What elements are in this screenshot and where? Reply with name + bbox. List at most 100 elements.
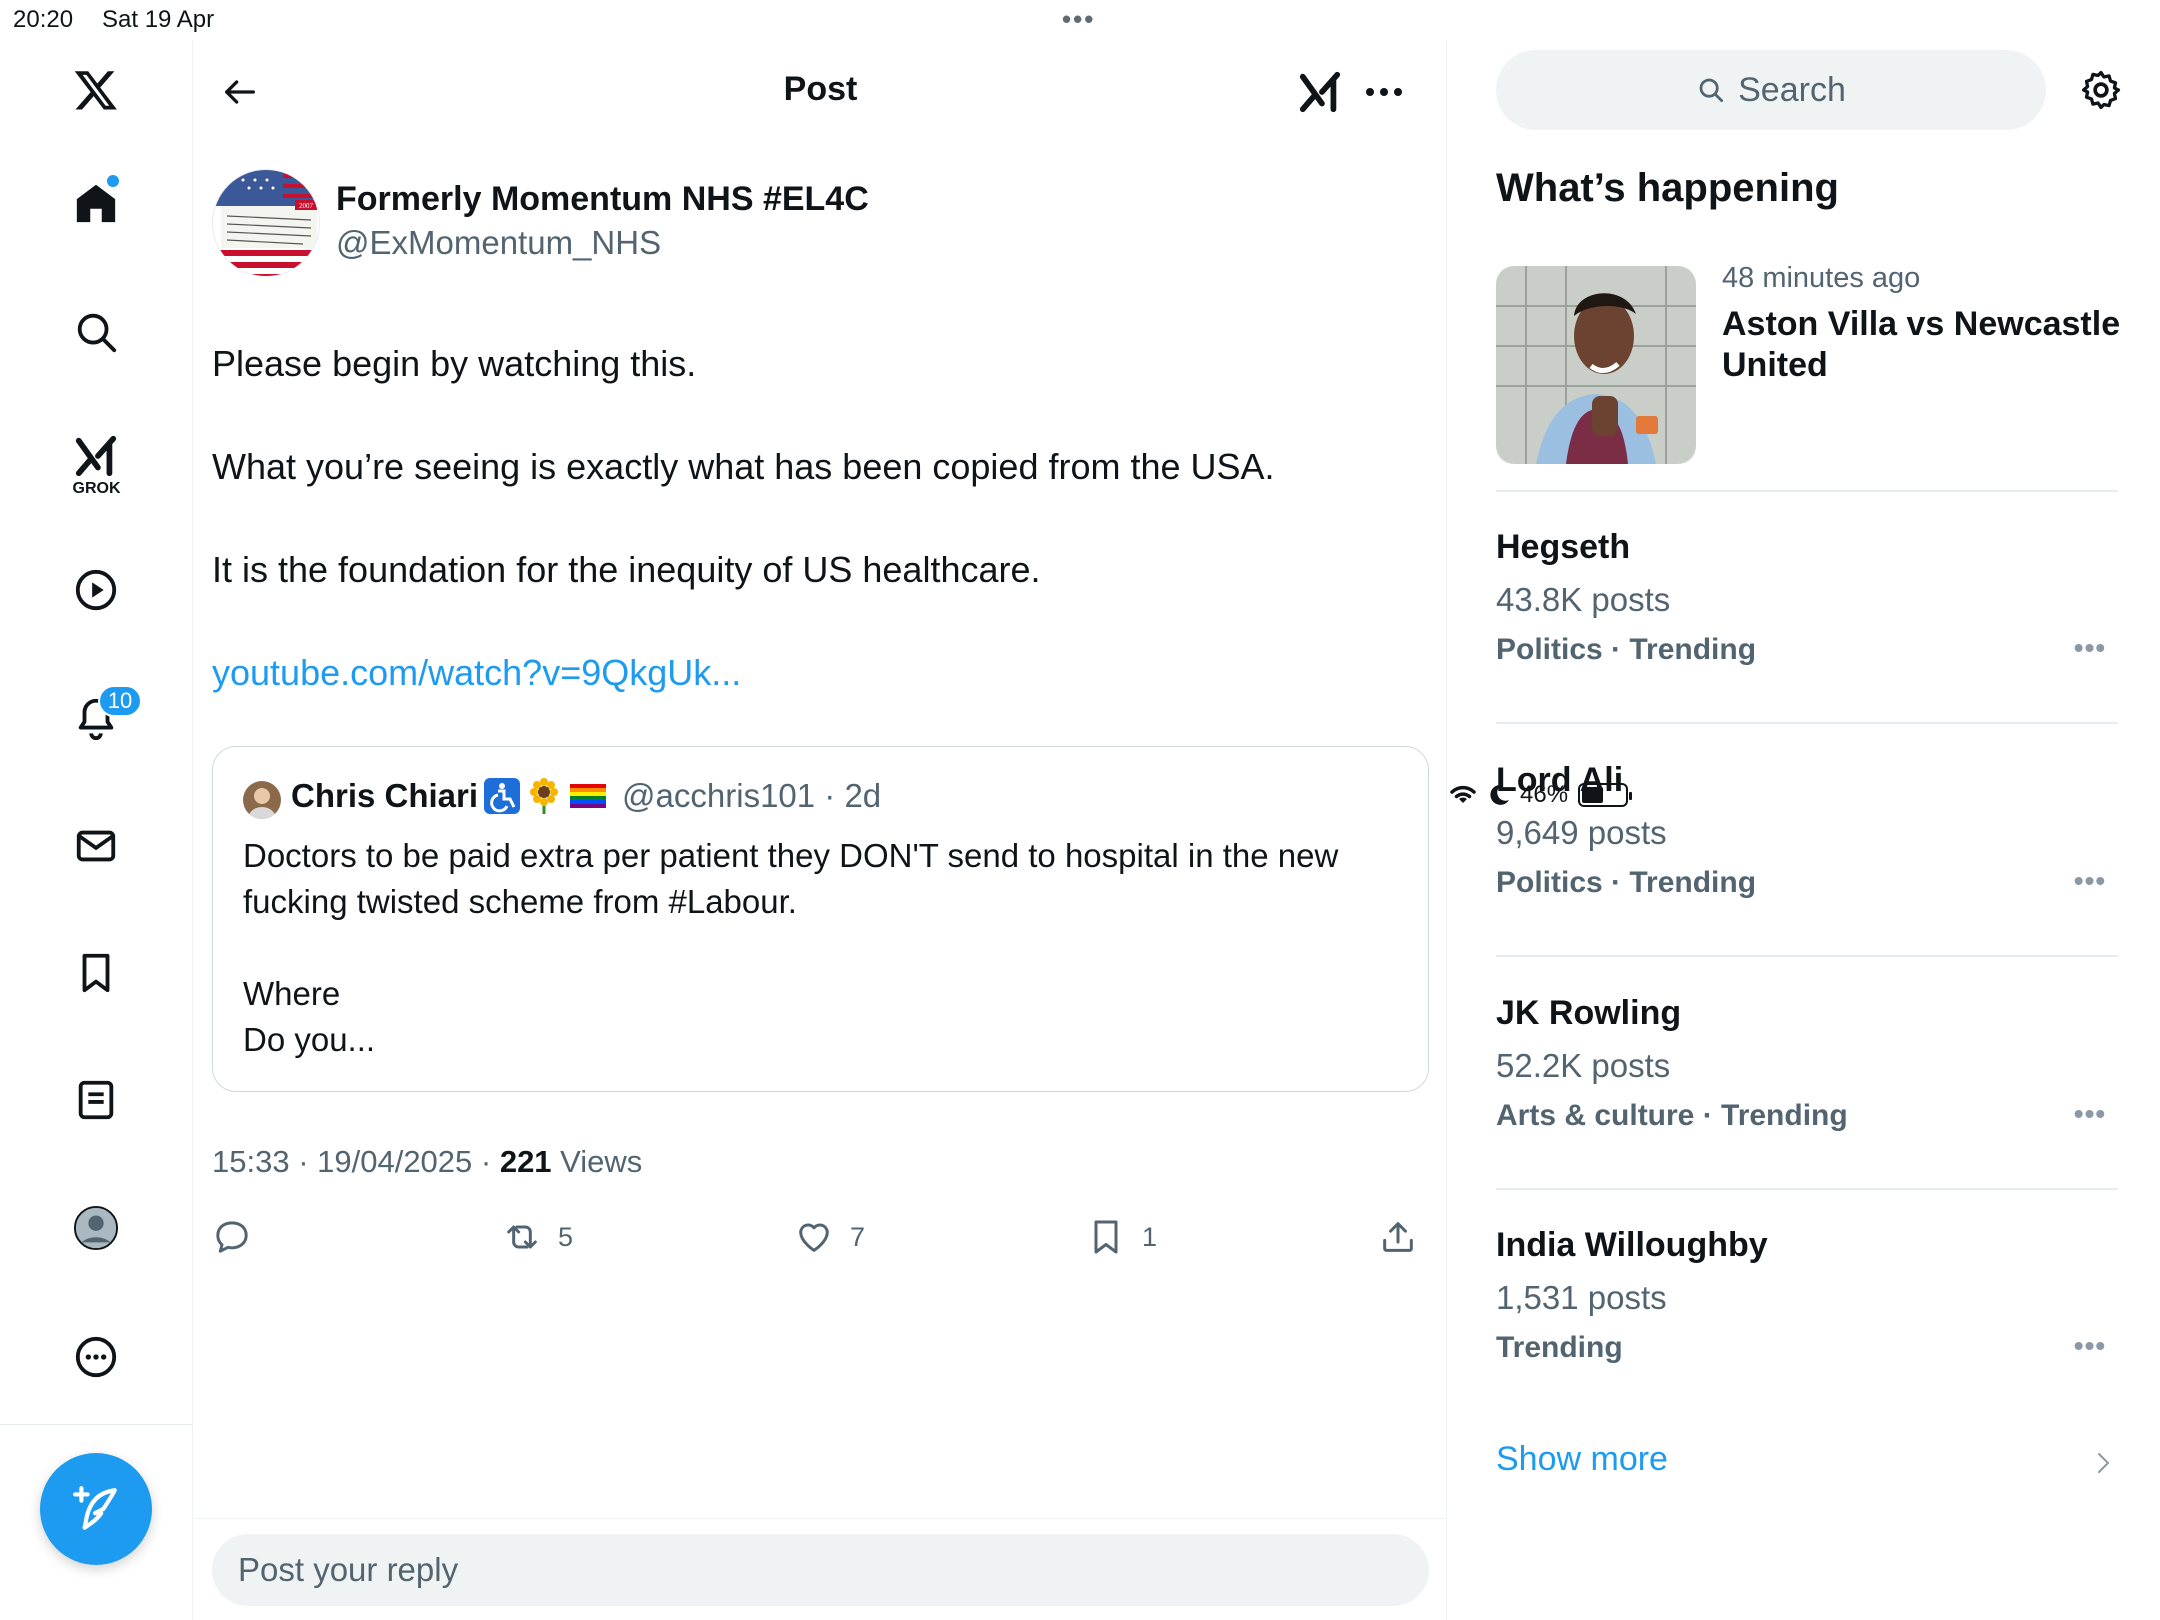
trend-more-button[interactable]: ••• <box>2070 1330 2110 1362</box>
accessibility-emoji-icon <box>484 778 521 814</box>
grok-label: GROK <box>72 480 121 497</box>
post-text-line: What you’re seeing is exactly what has b… <box>212 446 1275 487</box>
quote-author-name: Chris Chiari <box>291 777 479 814</box>
sunflower-emoji-icon <box>530 778 559 814</box>
author-avatar[interactable]: 2007 <box>212 169 320 277</box>
event-time: 48 minutes ago <box>1722 262 1921 294</box>
right-sidebar: Search What’s happening 48 minutes ago A… <box>1448 40 2160 1620</box>
search-icon <box>1699 78 1724 102</box>
reply-input[interactable]: Post your reply <box>212 1534 1429 1606</box>
show-more-link[interactable]: Show more <box>1496 1440 1668 1479</box>
trend-posts: 52.2K posts <box>1496 1047 1671 1084</box>
trend-name: JK Rowling <box>1496 994 1682 1032</box>
trend-divider <box>1496 1188 2118 1190</box>
bookmark-button[interactable]: 1 <box>1086 1212 1157 1262</box>
quote-text-line: Where <box>243 975 341 1012</box>
trend-category: Arts & culture · Trending <box>1496 1099 1848 1132</box>
grok-explain-button[interactable] <box>1294 66 1346 118</box>
trend-more-button[interactable]: ••• <box>2070 865 2110 897</box>
lists-icon[interactable] <box>56 1060 136 1140</box>
repost-icon <box>507 1225 537 1249</box>
post-meta: 15:33 · 19/04/2025 · 221 Views <box>212 1144 642 1180</box>
gear-icon <box>2081 70 2121 110</box>
trend-divider <box>1496 490 2118 492</box>
bookmarks-icon[interactable] <box>56 933 136 1013</box>
trend-category: Politics · Trending <box>1496 866 1757 899</box>
trend-item[interactable]: JK Rowling 52.2K posts Arts & culture · … <box>1496 994 2118 1133</box>
home-unread-dot <box>107 175 119 187</box>
quote-body: Doctors to be paid extra per patient the… <box>243 833 1413 1063</box>
compose-button[interactable] <box>40 1453 152 1565</box>
grok-icon <box>1299 71 1341 113</box>
author-name[interactable]: Formerly Momentum NHS #EL4C <box>336 180 869 219</box>
status-bar: 20:20 Sat 19 Apr ••• 46% <box>0 0 2160 808</box>
trend-more-button[interactable]: ••• <box>2070 632 2110 664</box>
reply-divider <box>194 1518 1447 1519</box>
repost-button[interactable]: 5 <box>502 1212 573 1262</box>
trend-category: Trending <box>1496 1331 1623 1364</box>
post-detail-column: Post 2007 Formerly Momentum NHS #EL4C @E… <box>194 40 1447 1620</box>
more-icon[interactable] <box>56 1317 136 1397</box>
trend-divider <box>1496 722 2118 724</box>
compose-post-icon <box>73 1486 117 1530</box>
chevron-right-icon <box>2098 1453 2110 1473</box>
reply-button[interactable] <box>212 1212 268 1262</box>
post-timestamp[interactable]: 15:33 · 19/04/2025 · <box>212 1144 500 1179</box>
trend-item[interactable]: Lord Ali 9,649 posts Politics · Trending… <box>1496 761 2118 900</box>
messages-icon[interactable] <box>56 806 136 886</box>
trend-category: Politics · Trending <box>1496 633 1757 666</box>
status-time: 20:20 <box>13 6 74 33</box>
heart-icon <box>799 1223 829 1252</box>
views-label: Views <box>551 1144 643 1179</box>
notifications-badge: 10 <box>98 685 142 717</box>
trend-divider <box>1496 955 2118 957</box>
settings-button[interactable] <box>2075 64 2127 116</box>
search-icon[interactable] <box>56 292 136 372</box>
trend-more-button[interactable]: ••• <box>2070 1098 2110 1130</box>
author-handle[interactable]: @ExMomentum_NHS <box>336 224 661 262</box>
trend-posts: 43.8K posts <box>1496 581 1671 618</box>
bookmark-icon <box>1094 1220 1118 1254</box>
more-options-button[interactable] <box>1358 66 1410 118</box>
status-date: Sat 19 Apr <box>102 6 215 33</box>
trend-name: Lord Ali <box>1496 761 1624 799</box>
post-link[interactable]: youtube.com/watch?v=9QkgUk... <box>212 647 1422 699</box>
search-input[interactable]: Search <box>1496 50 2046 130</box>
bookmark-count: 1 <box>1142 1221 1158 1252</box>
event-image[interactable] <box>1496 266 1696 464</box>
share-button[interactable] <box>1378 1212 1418 1262</box>
trend-name: Hegseth <box>1496 528 1631 566</box>
quote-text-line: Do you... <box>243 1021 376 1058</box>
avatar-year: 2007 <box>299 202 314 210</box>
nav-divider <box>0 1424 193 1425</box>
like-count: 7 <box>850 1221 866 1252</box>
views-count: 221 <box>499 1144 552 1179</box>
share-icon <box>1383 1222 1413 1252</box>
post-body: Please begin by watching this. What you’… <box>212 338 1422 750</box>
reply-icon <box>216 1221 248 1253</box>
like-button[interactable]: 7 <box>794 1212 865 1262</box>
trend-posts: 9,649 posts <box>1496 814 1667 851</box>
quoted-post[interactable]: Chris Chiari @acchris101 · 2d Doctors to… <box>212 746 1429 1092</box>
page-title: Post <box>783 70 858 108</box>
trend-posts: 1,531 posts <box>1496 1279 1667 1316</box>
post-text-line: It is the foundation for the inequity of… <box>212 549 1041 590</box>
quote-header: Chris Chiari @acchris101 · 2d <box>291 777 881 815</box>
ellipsis-icon <box>1366 88 1402 96</box>
home-icon[interactable] <box>56 163 136 243</box>
post-text-line: Please begin by watching this. <box>212 343 697 384</box>
quote-text-line: Doctors to be paid extra per patient the… <box>243 837 1339 920</box>
multitasking-icon[interactable]: ••• <box>1062 4 1095 35</box>
left-navigation: GROK 10 <box>0 40 193 1620</box>
section-title: What’s happening <box>1496 166 1839 210</box>
rainbow-flag-emoji-icon <box>570 784 607 808</box>
x-logo-icon[interactable] <box>56 50 136 130</box>
quote-author-avatar <box>243 781 281 819</box>
profile-icon[interactable] <box>56 1188 136 1268</box>
trend-name: India Willoughby <box>1496 1226 1768 1264</box>
video-icon[interactable] <box>56 550 136 630</box>
trend-item[interactable]: Hegseth 43.8K posts Politics · Trending … <box>1496 528 2118 667</box>
search-placeholder: Search <box>1738 70 1846 109</box>
trend-item[interactable]: India Willoughby 1,531 posts Trending ••… <box>1496 1226 2118 1365</box>
event-title[interactable]: Aston Villa vs Newcastle United <box>1722 304 2122 386</box>
